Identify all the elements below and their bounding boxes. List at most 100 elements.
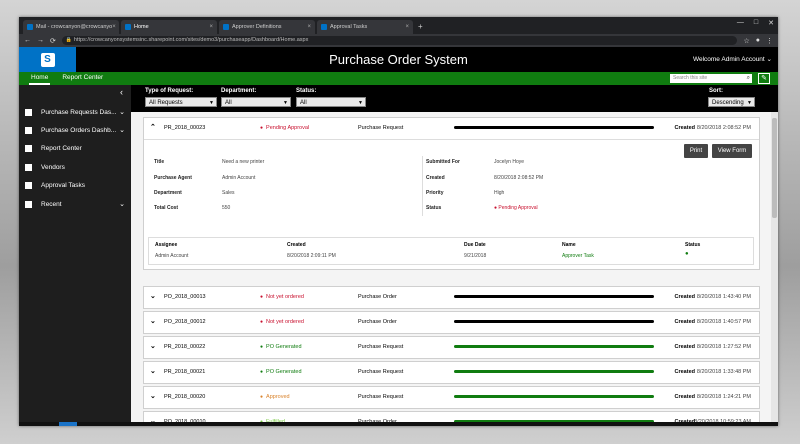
tab-label: Approver Definitions [232,24,282,30]
reload-icon[interactable]: ⟳ [50,37,56,45]
sidebar-item-label: Recent [41,200,62,208]
welcome-menu[interactable]: Welcome Admin Account ⌄ [693,55,772,63]
field-value: Sales [222,190,235,196]
chevron-up-icon[interactable]: ⌃ [150,123,156,131]
request-card[interactable]: ⌄ PR_2018_00020 Approved Purchase Request Cr… [143,386,760,409]
collapse-sidebar-icon[interactable]: ‹ [120,87,123,97]
chevron-down-icon[interactable]: ⌄ [150,342,156,350]
browser-tab[interactable]: Approver Definitions × [219,20,315,34]
request-card[interactable]: ⌄ PO_2018_00012 Not yet ordered Purchase Or… [143,311,760,334]
type-filter-select[interactable]: All Requests ▼ [145,97,217,107]
menu-icon[interactable]: ⋮ [766,37,773,45]
chevron-down-icon[interactable]: ⌄ [119,108,125,116]
print-button[interactable]: Print [684,144,708,158]
request-card[interactable]: ⌄ PR_2018_00021 PO Generated Purchase Reque… [143,361,760,384]
task-name-link[interactable]: Approver Task [562,253,594,259]
search-input[interactable]: Search this site ⌕ [670,74,752,83]
url-text: https://crowcanyonsystemsinc.sharepoint.… [73,37,309,43]
chevron-down-icon[interactable]: ⌄ [150,392,156,400]
forward-icon[interactable]: → [37,37,44,44]
close-tab-icon[interactable]: × [209,24,213,30]
field-label: Status [426,205,442,211]
close-tab-icon[interactable]: × [405,24,409,30]
star-icon[interactable]: ☆ [743,37,749,45]
created-value: 8/20/2018 1:40:57 PM [696,319,751,325]
sharepoint-icon [321,24,327,30]
search-icon[interactable]: ⌕ [747,74,750,83]
taskbar-app[interactable] [59,422,77,426]
status-filter-select[interactable]: All ▼ [296,97,366,107]
field-value: Jocelyn Hoye [494,159,525,165]
created-label: Created [674,125,695,131]
type-filter-value: All Requests [149,100,183,106]
close-tab-icon[interactable]: × [307,24,311,30]
browser-tab[interactable]: Approval Tasks × [317,20,413,34]
field-label: Submitted For [426,159,460,165]
request-row-header[interactable]: ⌄ PO_2018_00013 Not yet ordered Purchase Or… [144,287,759,308]
request-type: Purchase Request [358,394,404,400]
request-card[interactable]: ⌄ PO_2018_00013 Not yet ordered Purchase Or… [143,286,760,309]
sidebar-item-label: Purchase Requests Das... [41,108,117,116]
sidebar-item-label: Vendors [41,163,65,171]
chevron-down-icon[interactable]: ⌄ [150,292,156,300]
sidebar-item-purchase-orders[interactable]: Purchase Orders Dashb... ⌄ [25,123,129,137]
sidebar-item-label: Approval Tasks [41,181,85,189]
maximize-button[interactable]: □ [754,19,758,27]
created-cell: 8/20/2018 2:09:11 PM [287,253,336,259]
scrollbar[interactable] [771,112,778,426]
sidebar: ‹ Purchase Requests Das... ⌄ Purchase Ord… [19,85,131,426]
progress-bar [454,295,654,298]
sidebar-item-recent[interactable]: Recent ⌄ [25,197,129,211]
request-id: PO_2018_00012 [164,319,206,325]
document-icon [25,108,32,116]
close-window-button[interactable]: ✕ [768,19,774,27]
field-label: Purchase Agent [154,175,192,181]
chevron-down-icon: ⌄ [766,56,772,63]
progress-bar [454,320,654,323]
nav-home[interactable]: Home [29,72,51,85]
status-filter-label: Status: [296,88,317,94]
sort-select[interactable]: Descending ▼ [708,97,755,107]
new-tab-button[interactable]: + [418,20,423,34]
status-text: PO Generated [260,344,301,350]
request-row-header[interactable]: ⌄ PR_2018_00022 PO Generated Purchase Reque… [144,337,759,358]
request-card[interactable]: ⌄ PR_2018_00022 PO Generated Purchase Reque… [143,336,760,359]
close-tab-icon[interactable]: × [112,24,116,30]
request-id: PR_2018_00023 [164,125,206,131]
nav-report-center[interactable]: Report Center [60,72,105,85]
view-form-button[interactable]: View Form [712,144,752,158]
sidebar-item-vendors[interactable]: Vendors [25,160,129,174]
request-row-header[interactable]: ⌄ PO_2018_00012 Not yet ordered Purchase Or… [144,312,759,333]
vendor-icon [25,163,32,171]
address-bar[interactable]: 🔒 https://crowcanyonsystemsinc.sharepoint… [61,36,738,45]
dropdown-arrow-icon: ▼ [358,100,363,106]
sidebar-item-report-center[interactable]: Report Center [25,141,129,155]
profile-icon[interactable]: ● [756,37,760,44]
request-type: Purchase Order [358,319,397,325]
welcome-text: Welcome Admin Account [692,56,765,63]
request-row-header[interactable]: ⌃ PR_2018_00023 Pending Approval Purchas… [144,118,759,139]
chevron-down-icon[interactable]: ⌄ [150,317,156,325]
chevron-down-icon[interactable]: ⌄ [119,126,125,134]
request-type: Purchase Order [358,294,397,300]
scrollbar-thumb[interactable] [772,118,777,218]
tab-bar: Mail - crowcanyon@crowcanyo × Home × Appro… [19,17,778,34]
browser-tab[interactable]: Mail - crowcanyon@crowcanyo × [23,20,119,34]
back-icon[interactable]: ← [24,37,31,44]
sidebar-item-approval-tasks[interactable]: Approval Tasks [25,178,129,192]
minimize-button[interactable]: — [737,19,744,27]
chevron-down-icon[interactable]: ⌄ [150,367,156,375]
chevron-down-icon[interactable]: ⌄ [119,200,125,208]
status-text: PO Generated [260,369,301,375]
request-row-header[interactable]: ⌄ PR_2018_00020 Approved Purchase Request Cr… [144,387,759,408]
type-filter-label: Type of Request: [145,88,194,94]
department-filter-select[interactable]: All ▼ [221,97,291,107]
request-type: Purchase Request [358,369,404,375]
request-row-header[interactable]: ⌄ PR_2018_00021 PO Generated Purchase Reque… [144,362,759,383]
field-label: Priority [426,190,444,196]
sidebar-item-purchase-requests[interactable]: Purchase Requests Das... ⌄ [25,105,129,119]
approval-tasks-table: Assignee Created Due Date Name Status Ad… [148,237,754,265]
request-details: Print View Form Title Need a new printer… [144,139,759,237]
browser-tab-active[interactable]: Home × [121,20,217,34]
settings-button[interactable]: ✎ [758,73,770,84]
